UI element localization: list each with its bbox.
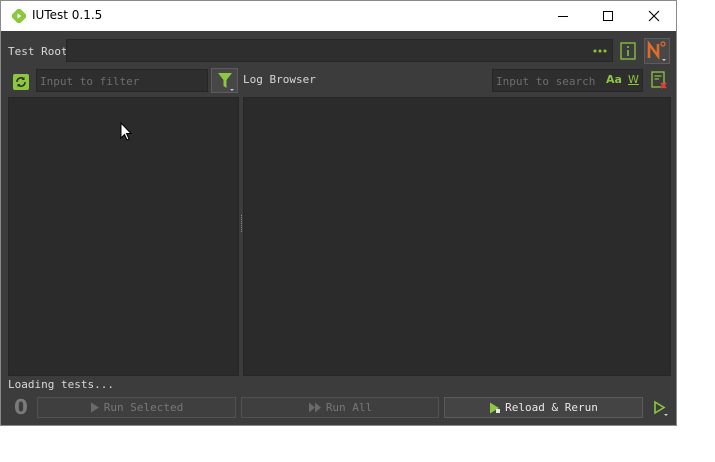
filter-button[interactable] [211,68,238,93]
info-icon [620,42,636,60]
test-count: 0 [14,395,28,419]
whole-word-toggle[interactable]: W [628,73,639,86]
filter-field[interactable] [36,69,208,92]
test-root-input[interactable] [67,41,585,62]
maximize-button[interactable] [585,1,631,31]
match-case-toggle[interactable]: Aa [606,73,622,86]
fast-forward-icon [308,402,321,413]
minimize-icon [558,16,568,17]
ellipsis-icon[interactable] [593,49,607,53]
log-browser-label: Log Browser [243,73,316,86]
filter-input[interactable] [37,71,205,92]
play-icon [90,402,99,413]
refresh-icon [13,74,29,90]
search-field[interactable]: Aa W [492,69,643,92]
status-text: Loading tests... [8,378,114,391]
close-button[interactable] [631,1,677,31]
run-options-button[interactable] [651,398,671,418]
info-button[interactable] [617,40,639,62]
run-selected-button[interactable]: Run Selected [37,397,236,418]
test-root-field[interactable] [66,39,613,62]
minimize-button[interactable] [540,1,586,31]
run-all-button[interactable]: Run All [241,397,439,418]
clear-log-icon [651,71,667,89]
test-tree-panel[interactable] [8,97,239,376]
main-content: Test Root Input to filter Log Browser In… [1,31,676,425]
test-root-label: Test Root [8,45,68,58]
app-icon [12,9,26,23]
title-bar: IUTest 0.1.5 [1,1,676,31]
filter-icon [217,72,234,91]
close-icon [648,10,660,22]
refresh-button[interactable] [11,72,31,92]
reload-rerun-label: Reload & Rerun [505,401,598,414]
search-input[interactable] [493,71,601,92]
run-all-label: Run All [325,401,373,414]
app-window: IUTest 0.1.5 Test Root Input to filter L… [0,0,677,426]
run-options-icon [654,400,668,416]
nose-logo-icon [647,40,666,61]
reload-rerun-button[interactable]: Reload & Rerun [444,397,643,418]
maximize-icon [603,11,613,21]
window-title: IUTest 0.1.5 [32,8,103,22]
play-icon [490,402,501,413]
log-browser-panel[interactable] [243,97,671,376]
run-selected-label: Run Selected [103,401,184,414]
clear-log-button[interactable] [649,70,669,90]
mouse-cursor-icon [120,122,132,141]
runner-select-button[interactable] [644,38,670,64]
